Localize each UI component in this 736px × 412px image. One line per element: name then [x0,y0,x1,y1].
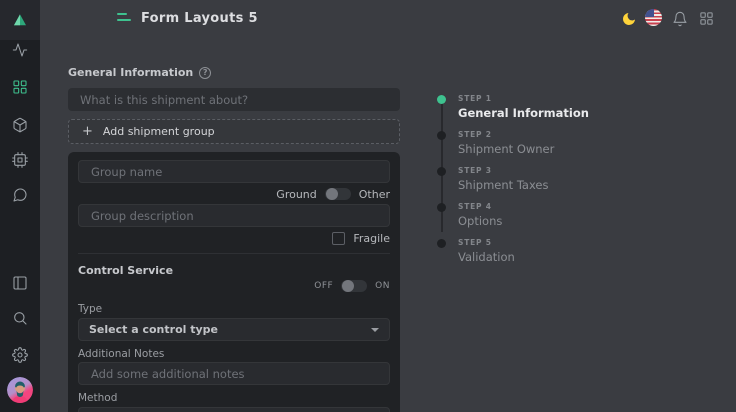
type-label: Type [78,303,390,315]
fragile-checkbox[interactable] [332,232,345,245]
bell-icon [672,11,688,27]
apps-menu-button[interactable] [698,10,715,27]
shipment-about-input[interactable] [68,88,400,111]
sidebar-search[interactable] [12,310,28,326]
us-flag-icon [645,9,662,26]
notes-label: Additional Notes [78,348,390,360]
storage-method-select[interactable]: Select a storage [78,407,390,412]
control-service-toggle-row: OFF ON [78,279,390,293]
chevron-down-icon [371,328,379,332]
ground-other-toggle[interactable] [325,188,351,200]
chat-icon [12,187,28,203]
moon-icon [621,11,637,27]
sidebar-item-messages[interactable] [12,187,28,203]
menu-icon [117,13,127,15]
off-label: OFF [314,281,333,291]
divider [78,253,390,254]
grid-icon [12,79,28,95]
method-label: Method [78,392,390,404]
fragile-label: Fragile [353,232,390,245]
stepper-step-4[interactable]: STEP 4 Options [437,202,667,228]
help-icon[interactable]: ? [199,67,211,79]
user-avatar[interactable] [7,377,33,403]
stepper-step-2[interactable]: STEP 2 Shipment Owner [437,130,667,156]
sidebar-toggle[interactable] [12,275,28,291]
add-shipment-group-button[interactable]: + Add shipment group [68,119,400,144]
step-dot [437,239,446,248]
stepper-step-5[interactable]: STEP 5 Validation [437,238,667,264]
group-name-input[interactable] [78,160,390,183]
sidebar [0,0,40,412]
stepper-step-1[interactable]: STEP 1 General Information [437,94,667,120]
cpu-icon [12,152,28,168]
control-service-label: Control Service [78,264,390,277]
control-type-select[interactable]: Select a control type [78,318,390,341]
step-dot [437,203,446,212]
avatar-image [7,377,33,403]
toggle-knob [326,188,338,200]
language-selector[interactable] [645,9,662,26]
ground-other-toggle-row: Ground Other [78,187,390,201]
step-dot [437,167,446,176]
grid-menu-icon [699,11,714,26]
sidebar-item-devices[interactable] [12,152,28,168]
toggle-knob [342,280,354,292]
theme-toggle-button[interactable] [620,10,637,27]
ground-label: Ground [276,188,316,201]
logo-triangle-icon [11,11,29,29]
package-icon [12,117,28,133]
app-logo[interactable] [0,0,40,40]
group-description-input[interactable] [78,204,390,227]
notifications-button[interactable] [671,10,688,27]
other-label: Other [359,188,390,201]
sidebar-item-packages[interactable] [12,117,28,133]
step-dot [437,131,446,140]
on-label: ON [375,281,390,291]
plus-icon: + [82,125,93,138]
section-heading: General Information ? [68,66,211,79]
page-title: Form Layouts 5 [141,11,258,26]
sidebar-item-activity[interactable] [12,42,28,58]
fragile-row: Fragile [78,231,390,245]
stepper-step-3[interactable]: STEP 3 Shipment Taxes [437,166,667,192]
step-dot [437,95,446,104]
app-window: Form Layouts 5 General Information ? + A… [0,0,736,412]
shipment-group-card: Ground Other Fragile Control Service OFF… [68,152,400,412]
control-service-toggle[interactable] [341,280,367,292]
additional-notes-input[interactable] [78,362,390,385]
sidebar-settings[interactable] [12,347,28,363]
layout-sidebar-icon [12,275,28,291]
activity-icon [12,42,28,58]
search-icon [12,310,28,326]
sidebar-item-dashboard-active[interactable] [12,79,28,95]
menu-toggle-button[interactable] [117,13,132,23]
form-stepper: STEP 1 General Information STEP 2 Shipme… [437,94,667,274]
gear-icon [12,347,28,363]
